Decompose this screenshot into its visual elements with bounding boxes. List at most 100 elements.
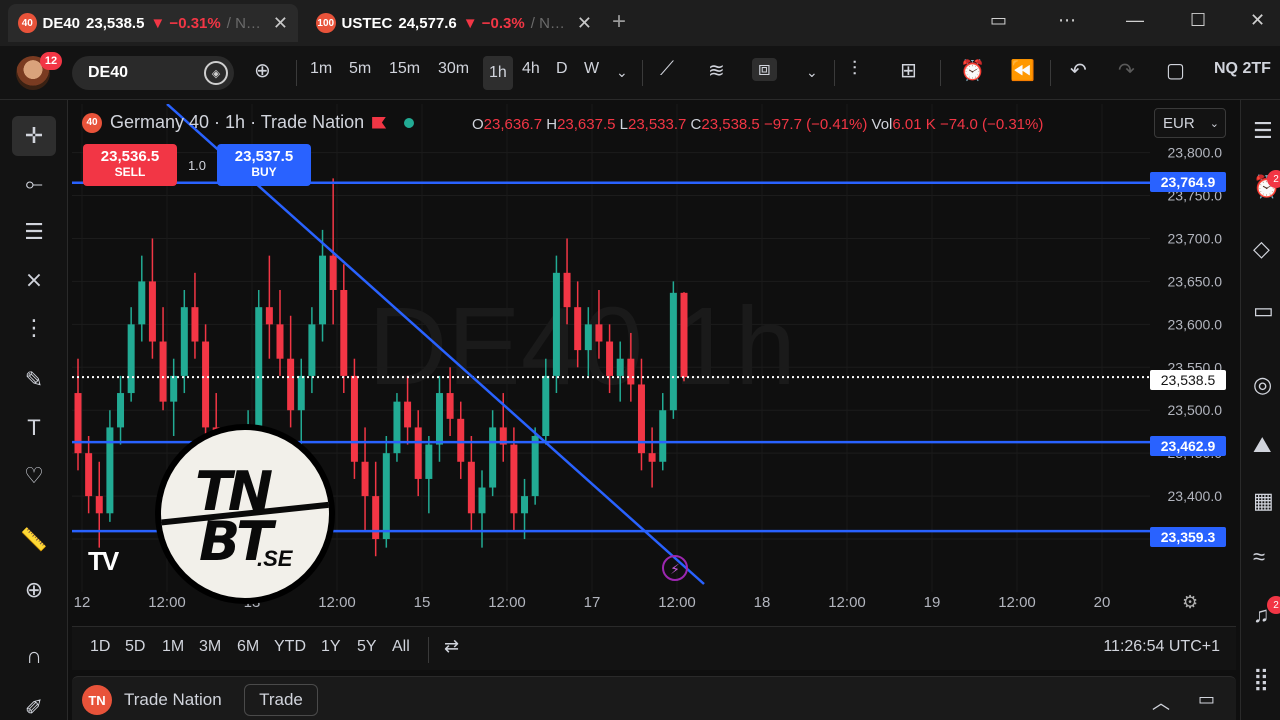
tab-tail: / N…	[226, 14, 261, 32]
order-quantity[interactable]: 1.0	[177, 144, 217, 186]
candle-body	[627, 358, 635, 385]
price-tick-label: 23,800.0	[1168, 145, 1223, 161]
buy-button[interactable]: 23,537.5 BUY	[217, 144, 311, 186]
goto-date-icon[interactable]: ⇄	[444, 636, 459, 657]
sell-button[interactable]: 23,536.5 SELL	[83, 144, 177, 186]
new-tab-icon[interactable]: +	[612, 8, 626, 36]
calendar-icon[interactable]: ▦	[1253, 488, 1274, 514]
undo-icon[interactable]: ↶	[1070, 58, 1087, 83]
target-icon[interactable]: ◎	[1253, 372, 1272, 398]
ohlc-key: L	[619, 116, 628, 133]
avatar-badge: 12	[40, 52, 62, 70]
chevron-down-icon[interactable]: ⌄	[616, 64, 628, 81]
monitor-icon[interactable]: ▭	[990, 10, 1007, 31]
templates-icon[interactable]: ⊞	[900, 58, 917, 83]
brush-icon[interactable]: ✎	[12, 360, 56, 400]
legend-title[interactable]: Germany 40 · 1h · Trade Nation	[110, 112, 364, 133]
close-icon[interactable]: ✕	[273, 13, 288, 34]
line-chart-icon[interactable]: ⟋	[660, 58, 674, 81]
projection-icon[interactable]: ⋮	[12, 308, 56, 348]
range-ytd[interactable]: YTD	[274, 638, 306, 656]
candle-body	[340, 290, 348, 376]
chat-icon[interactable]: ▭	[1253, 298, 1274, 324]
layout-icon[interactable]: ▢	[1166, 58, 1185, 83]
trade-button[interactable]: Trade	[244, 684, 318, 716]
candle-body	[180, 307, 188, 376]
lock-drawing-icon[interactable]: ✐	[12, 688, 56, 720]
layout-name[interactable]: NQ 2TF	[1214, 60, 1271, 78]
watchlist-icon[interactable]: ☰	[1253, 118, 1273, 144]
candle-body	[308, 324, 316, 376]
tab-tail: / N…	[530, 14, 565, 32]
tab-badge: 100	[316, 13, 336, 33]
interval-15m[interactable]: 15m	[389, 60, 420, 78]
tab-de40[interactable]: 40 DE40 23,538.5 ▼ −0.31% / N… ✕	[8, 4, 298, 42]
apps-icon[interactable]: ⣿	[1253, 666, 1269, 692]
pattern-icon[interactable]: ⨯	[12, 260, 56, 300]
chevron-down-icon[interactable]: ⌄	[806, 64, 818, 81]
candle-body	[393, 401, 401, 454]
ideas-icon[interactable]: ⛰	[1253, 432, 1271, 458]
interval-4h[interactable]: 4h	[522, 60, 540, 78]
range-5d[interactable]: 5D	[125, 638, 145, 656]
range-1y[interactable]: 1Y	[321, 638, 341, 656]
crosshair-icon[interactable]: ✛	[12, 116, 56, 156]
clock-readout[interactable]: 11:26:54 UTC+1	[1103, 638, 1220, 656]
candle-body	[382, 453, 390, 540]
layers-icon[interactable]: ◇	[1253, 236, 1270, 262]
symbol-search[interactable]: DE40 ◈	[72, 56, 234, 90]
broker-name[interactable]: Trade Nation	[124, 690, 222, 710]
compare-icon[interactable]: ◈	[204, 61, 228, 85]
text-icon[interactable]: T	[12, 408, 56, 448]
range-all[interactable]: All	[392, 638, 410, 656]
level-tag-low[interactable]: 23,359.3	[1150, 527, 1226, 547]
more-icon[interactable]: ⋯	[1058, 10, 1076, 31]
candle-body	[138, 281, 146, 325]
range-6m[interactable]: 6M	[237, 638, 259, 656]
interval-30m[interactable]: 30m	[438, 60, 469, 78]
candles-icon[interactable]: ⧈	[752, 58, 777, 81]
ruler-icon[interactable]: 📏	[12, 520, 56, 560]
level-tag-top[interactable]: 23,764.9	[1150, 172, 1226, 192]
interval-5m[interactable]: 5m	[349, 60, 371, 78]
interval-d[interactable]: D	[556, 60, 568, 78]
trend-line-icon[interactable]: ⟜	[12, 164, 56, 204]
range-5y[interactable]: 5Y	[357, 638, 377, 656]
notifications-badge: 2	[1267, 596, 1280, 614]
candle-body	[287, 358, 295, 411]
candle-body	[74, 393, 82, 454]
currency-select[interactable]: EUR ⌄	[1154, 108, 1226, 138]
heart-icon[interactable]: ♡	[12, 456, 56, 496]
indicator-icon[interactable]: ≋	[708, 58, 725, 83]
interval-1h[interactable]: 1h	[483, 56, 513, 90]
gear-icon[interactable]: ⚙	[1182, 592, 1198, 613]
ohlc-value: 23,637.5	[557, 116, 616, 133]
candle-body	[521, 496, 529, 514]
expand-panel-icon[interactable]: ▭	[1198, 689, 1215, 710]
alert-icon[interactable]: ⏰	[960, 58, 985, 83]
interval-w[interactable]: W	[584, 60, 599, 78]
stream-icon[interactable]: ≈	[1253, 544, 1265, 570]
close-icon[interactable]: ✕	[577, 13, 592, 34]
range-1d[interactable]: 1D	[90, 638, 110, 656]
add-symbol-icon[interactable]: ⊕	[254, 58, 271, 83]
level-tag-mid[interactable]: 23,462.9	[1150, 436, 1226, 456]
tab-badge: 40	[18, 13, 37, 33]
time-tick-label: 12:00	[828, 594, 866, 611]
minimize-icon[interactable]: —	[1126, 10, 1144, 31]
zoom-icon[interactable]: ⊕	[12, 570, 56, 610]
range-3m[interactable]: 3M	[199, 638, 221, 656]
redo-icon[interactable]: ↷	[1118, 58, 1135, 83]
candle-body	[350, 375, 358, 462]
indicators-icon[interactable]: ⫶	[852, 58, 857, 81]
tab-ustec[interactable]: 100 USTEC 24,577.6 ▼ −0.3% / N… ✕	[306, 4, 602, 42]
interval-1m[interactable]: 1m	[310, 60, 332, 78]
replay-icon[interactable]: ⏪	[1010, 58, 1035, 83]
range-1m[interactable]: 1M	[162, 638, 184, 656]
window-close-icon[interactable]: ✕	[1250, 10, 1265, 31]
fib-icon[interactable]: ☰	[12, 212, 56, 252]
chevron-up-icon[interactable]: ︿	[1152, 689, 1170, 715]
magnet-icon[interactable]: ∩	[12, 636, 56, 676]
flag-icon[interactable]	[372, 116, 387, 129]
maximize-icon[interactable]: ☐	[1190, 10, 1206, 31]
